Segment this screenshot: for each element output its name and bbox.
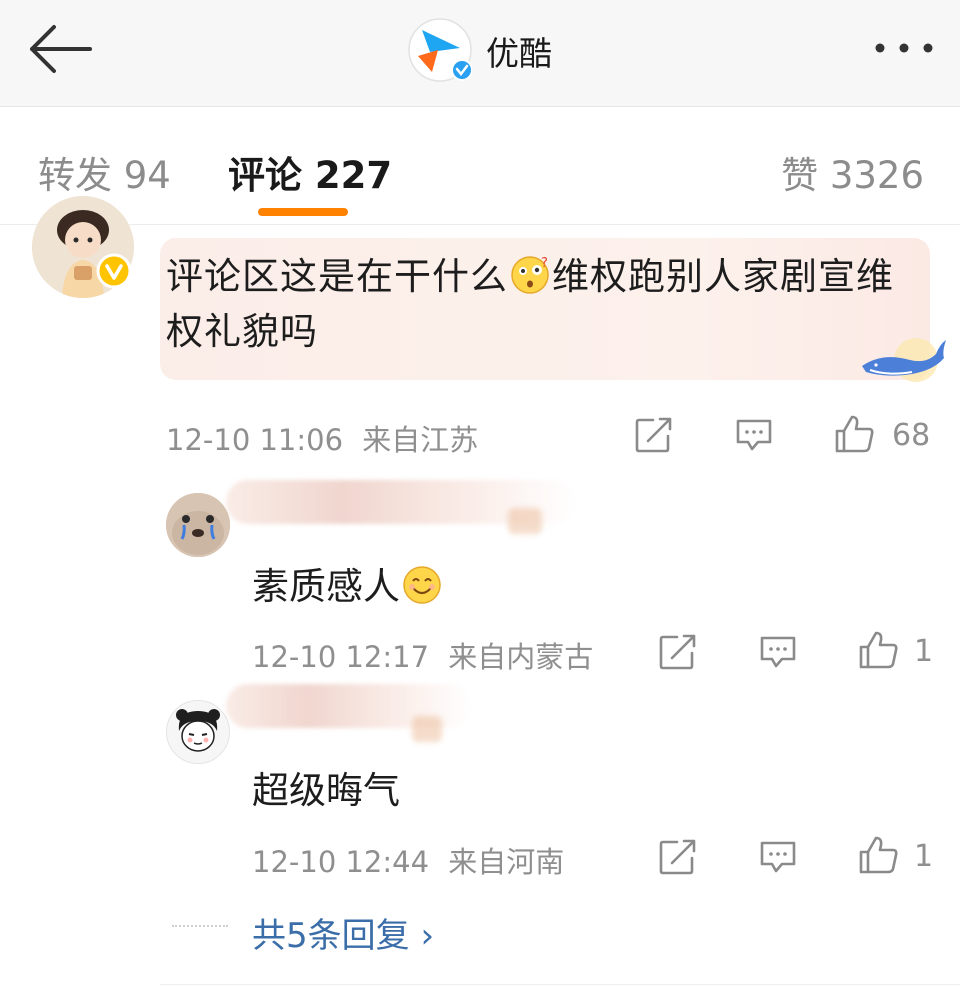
comment-time: 12-10 11:06: [166, 423, 344, 457]
tab-bar: 转发 94 评论 227 赞 3326: [0, 107, 960, 225]
share-icon[interactable]: [658, 633, 698, 671]
comment-location: 来自江苏: [362, 423, 479, 457]
comment-text[interactable]: 评论区这是在干什么? 维权跑别人家剧宣维权礼貌吗: [166, 249, 906, 359]
reply-time: 12-10 12:44: [252, 845, 430, 879]
comment-meta: 12-10 11:06 来自江苏: [166, 417, 478, 459]
share-icon[interactable]: [634, 416, 674, 454]
reply-badge-blurred: [412, 716, 442, 742]
confused-face-emoji-icon: ?: [510, 255, 550, 295]
divider: [160, 984, 960, 985]
reply-like-count: 1: [914, 839, 934, 874]
share-icon[interactable]: [658, 838, 698, 876]
youku-logo[interactable]: [408, 18, 473, 82]
reply-meta: 12-10 12:44 来自河南: [252, 839, 564, 881]
reply-comment-icon[interactable]: [758, 633, 798, 671]
thumbs-up-icon[interactable]: [834, 414, 876, 454]
reply-like-count: 1: [914, 634, 934, 669]
verified-badge-icon: [96, 253, 132, 289]
reply-comment-icon[interactable]: [734, 416, 774, 454]
more-horizontal-icon: [875, 43, 933, 53]
svg-text:?: ?: [541, 256, 549, 271]
reply-text[interactable]: 素质感人: [252, 556, 444, 610]
reply-text[interactable]: 超级晦气: [252, 760, 400, 814]
smiling-face-emoji-icon: [402, 565, 442, 605]
more-button[interactable]: [872, 30, 936, 66]
reply-avatar[interactable]: [166, 700, 230, 764]
thumbs-up-icon[interactable]: [858, 630, 900, 670]
account-name[interactable]: 优酷: [486, 27, 552, 75]
whale-decoration-icon: [856, 330, 946, 390]
view-all-replies-link[interactable]: 共5条回复 ›: [252, 908, 434, 957]
reply-location: 来自河南: [448, 845, 565, 879]
reply-time: 12-10 12:17: [252, 640, 430, 674]
tab-reposts[interactable]: 转发 94: [38, 145, 171, 199]
reply-comment-icon[interactable]: [758, 838, 798, 876]
reply-meta: 12-10 12:17 来自内蒙古: [252, 634, 593, 676]
tab-likes[interactable]: 赞 3326: [781, 145, 924, 199]
comment-like-count: 68: [892, 418, 931, 453]
tab-comments[interactable]: 评论 227: [228, 145, 392, 199]
top-bar: 优酷: [0, 0, 960, 107]
reply-location: 来自内蒙古: [448, 640, 594, 674]
active-tab-indicator: [258, 208, 348, 216]
back-button[interactable]: [24, 22, 94, 76]
thumbs-up-icon[interactable]: [858, 835, 900, 875]
dotted-separator: [172, 925, 228, 927]
reply-badge-blurred: [508, 508, 542, 534]
arrow-left-icon: [30, 25, 92, 73]
reply-avatar[interactable]: [166, 493, 230, 557]
comment-text-part1: 评论区这是在干什么: [166, 255, 508, 298]
